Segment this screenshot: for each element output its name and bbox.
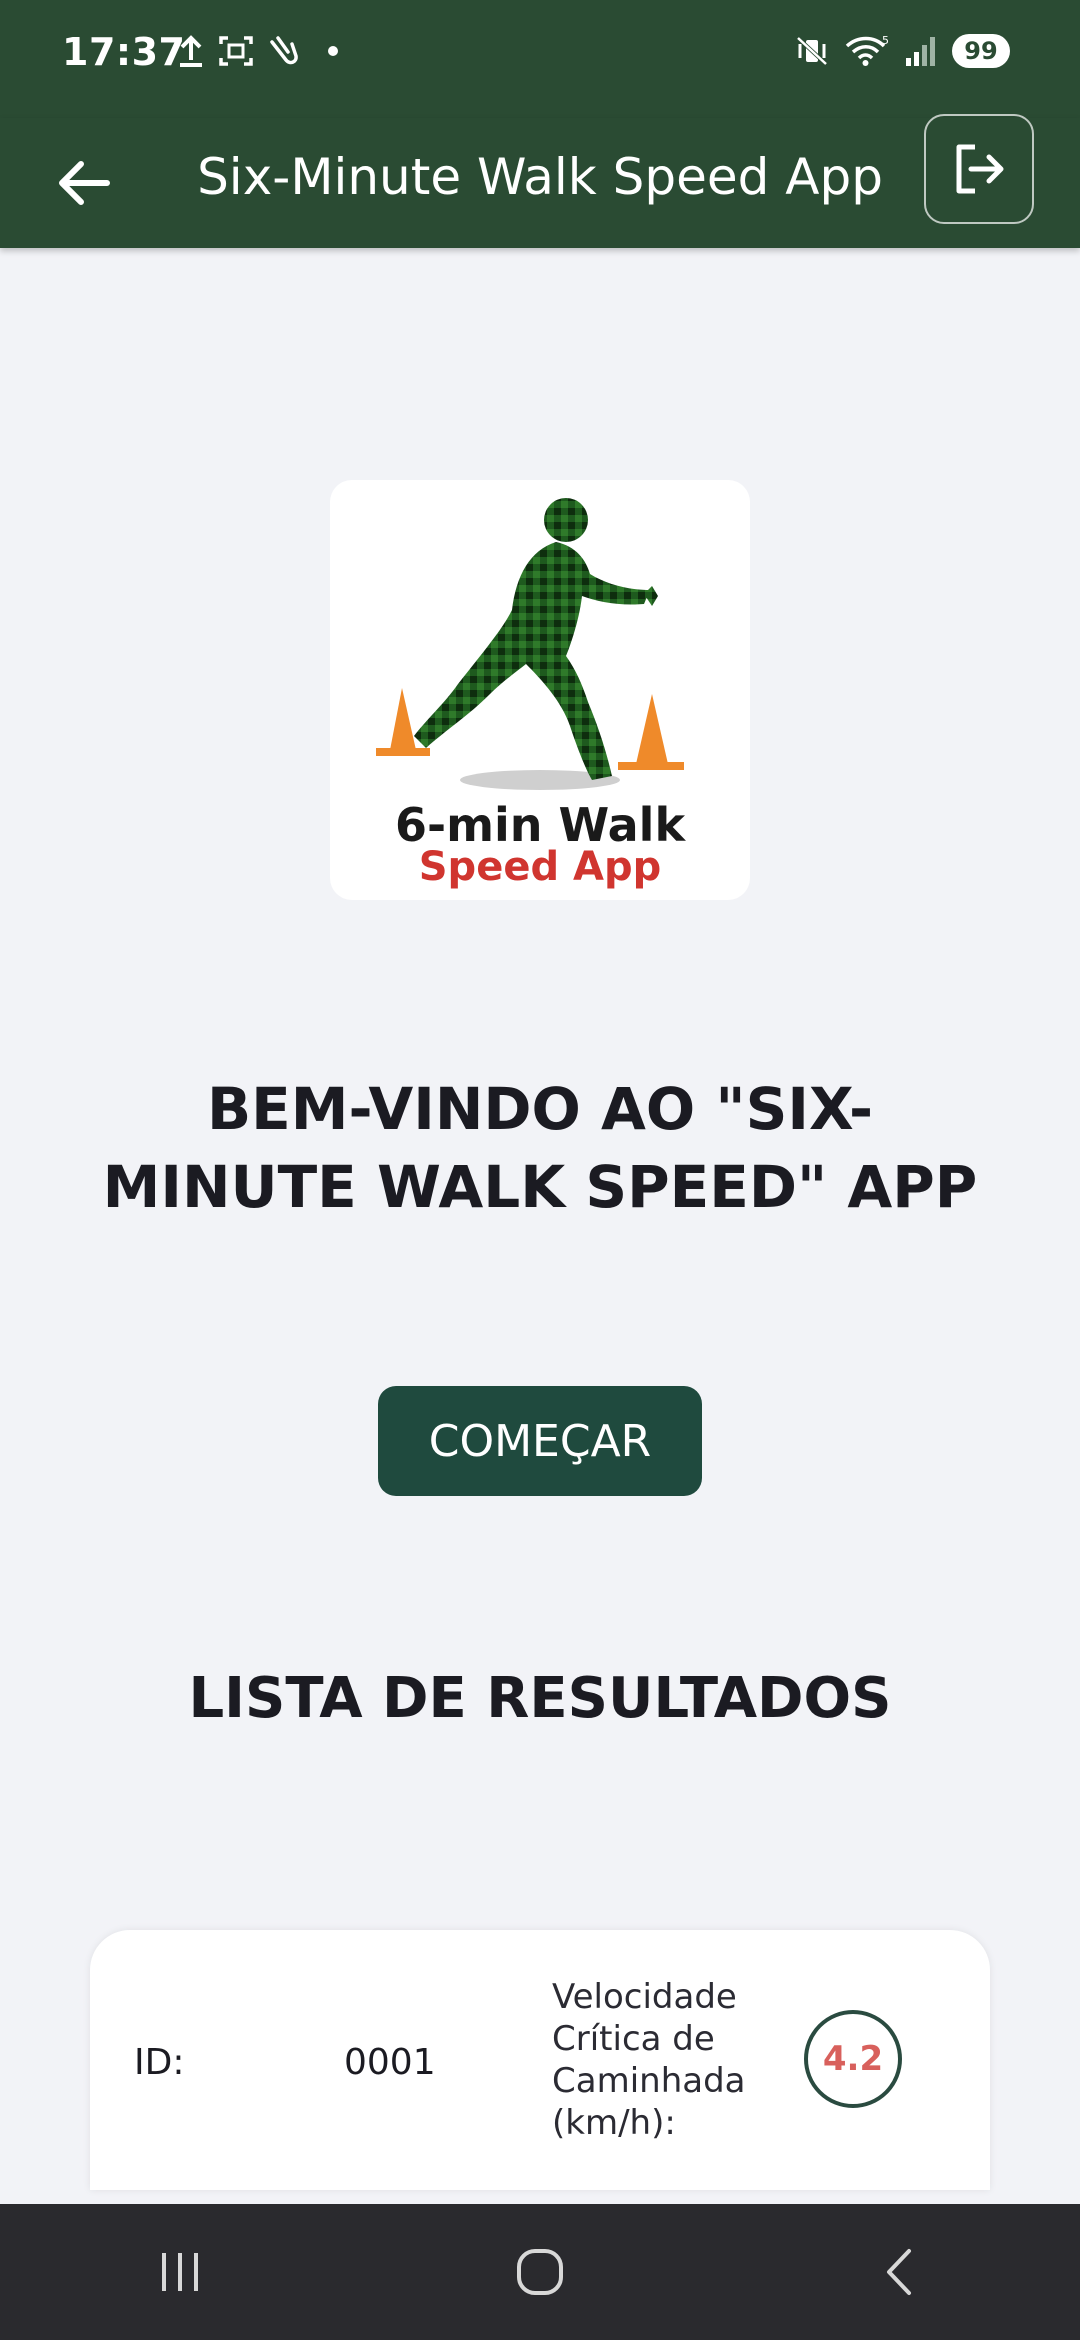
mute-vibrate-icon xyxy=(796,36,828,66)
app-title: Six-Minute Walk Speed App xyxy=(197,148,883,206)
result-speed-label: Velocidade Crítica de Caminhada (km/h): xyxy=(552,1977,746,2143)
logo-subtitle: Speed App xyxy=(418,844,662,890)
result-id-label: ID: xyxy=(134,2041,185,2083)
logout-button[interactable] xyxy=(924,114,1034,224)
home-button[interactable] xyxy=(480,2222,600,2322)
chevron-left-icon xyxy=(887,2249,911,2295)
welcome-heading: BEM-VINDO AO "SIX-MINUTE WALK SPEED" APP xyxy=(102,1075,978,1221)
home-icon xyxy=(517,2249,563,2295)
notification-dot xyxy=(328,46,338,56)
result-card[interactable]: ID: 0001 Velocidade Crítica de Caminhada… xyxy=(90,1930,990,2190)
start-button[interactable]: COMEÇAR xyxy=(378,1386,702,1496)
upload-icon xyxy=(180,35,202,67)
logout-icon xyxy=(956,144,1004,194)
wifi-icon: 5 xyxy=(845,34,889,66)
walking-person-logo-icon xyxy=(376,498,684,790)
battery-indicator: 99 xyxy=(952,34,1010,68)
app-logo-card: 6-min Walk Speed App xyxy=(330,480,750,900)
svg-text:5: 5 xyxy=(882,34,889,47)
status-bar: 17:37 5 99 xyxy=(0,0,1080,118)
signal-icon xyxy=(906,37,935,66)
results-list-title: LISTA DE RESULTADOS xyxy=(188,1666,892,1731)
status-icons-left xyxy=(176,34,338,68)
result-id-value: 0001 xyxy=(344,2041,436,2083)
system-navigation-bar xyxy=(0,2204,1080,2340)
recent-apps-icon xyxy=(162,2253,198,2291)
recent-apps-button[interactable] xyxy=(120,2222,240,2322)
status-icons-right: 5 99 xyxy=(794,34,1010,68)
gesture-icon xyxy=(270,36,298,65)
screenshot-icon xyxy=(219,36,253,66)
system-back-button[interactable] xyxy=(840,2222,960,2322)
result-speed-badge: 4.2 xyxy=(804,2010,902,2108)
status-time: 17:37 xyxy=(62,30,186,74)
app-bar: Six-Minute Walk Speed App xyxy=(0,114,1080,248)
